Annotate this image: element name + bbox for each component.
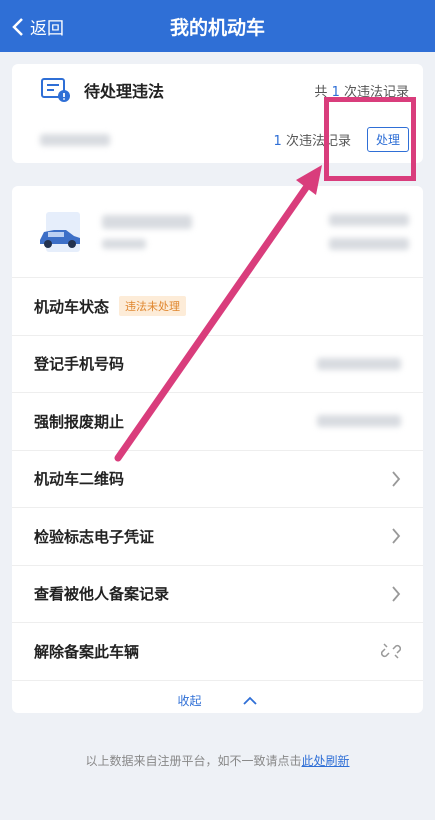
chevron-right-icon [392, 471, 401, 487]
unbind-vehicle-label: 解除备案此车辆 [34, 642, 140, 661]
vehicle-card: 机动车状态 违法未处理 登记手机号码 强制报废期止 机动车二维码 检验标志电子凭… [12, 186, 423, 713]
status-badge: 违法未处理 [119, 296, 187, 317]
scrap-date-row: 强制报废期止 [12, 393, 423, 451]
inspection-certificate-label: 检验标志电子凭证 [34, 527, 155, 546]
unbind-vehicle-row[interactable]: 解除备案此车辆 [12, 623, 423, 681]
chevron-up-icon [242, 696, 257, 705]
collapse-label: 收起 [177, 694, 202, 708]
document-alert-icon [41, 78, 70, 102]
data-source-footer: 以上数据来自注册平台，如不一致请点击此处刷新 [0, 752, 435, 769]
scrap-date-label: 强制报废期止 [34, 412, 125, 431]
page-title: 我的机动车 [169, 17, 265, 39]
footer-text: 以上数据来自注册平台，如不一致请点击 [85, 754, 302, 768]
chevron-right-icon [392, 586, 401, 602]
vehicle-type-blurred [102, 238, 146, 249]
vehicle-info-blurred-1 [329, 213, 409, 226]
phone-row: 登记手机号码 [12, 336, 423, 393]
unlink-icon [381, 643, 401, 659]
scrap-date-value-blurred [317, 415, 401, 428]
annotation-highlight-box [324, 97, 416, 181]
inspection-certificate-row[interactable]: 检验标志电子凭证 [12, 508, 423, 566]
phone-label: 登记手机号码 [34, 355, 125, 374]
qr-code-row[interactable]: 机动车二维码 [12, 451, 423, 508]
filing-records-row[interactable]: 查看被他人备案记录 [12, 566, 423, 623]
status-label: 机动车状态 [34, 297, 110, 316]
vehicle-plate-blurred [102, 214, 192, 229]
filing-records-label: 查看被他人备案记录 [34, 585, 170, 604]
plate-number-blurred [40, 133, 110, 146]
qr-code-label: 机动车二维码 [34, 470, 125, 489]
violation-title: 待处理违法 [84, 82, 165, 101]
vehicle-summary [12, 186, 423, 278]
phone-value-blurred [317, 357, 401, 370]
refresh-link[interactable]: 此处刷新 [302, 754, 350, 768]
collapse-toggle[interactable]: 收起 [12, 681, 423, 721]
status-row: 机动车状态 违法未处理 [12, 278, 423, 336]
top-bar: 返回 我的机动车 [0, 0, 435, 52]
chevron-right-icon [392, 528, 401, 544]
car-icon [40, 211, 80, 252]
vehicle-info-blurred-2 [329, 237, 409, 250]
